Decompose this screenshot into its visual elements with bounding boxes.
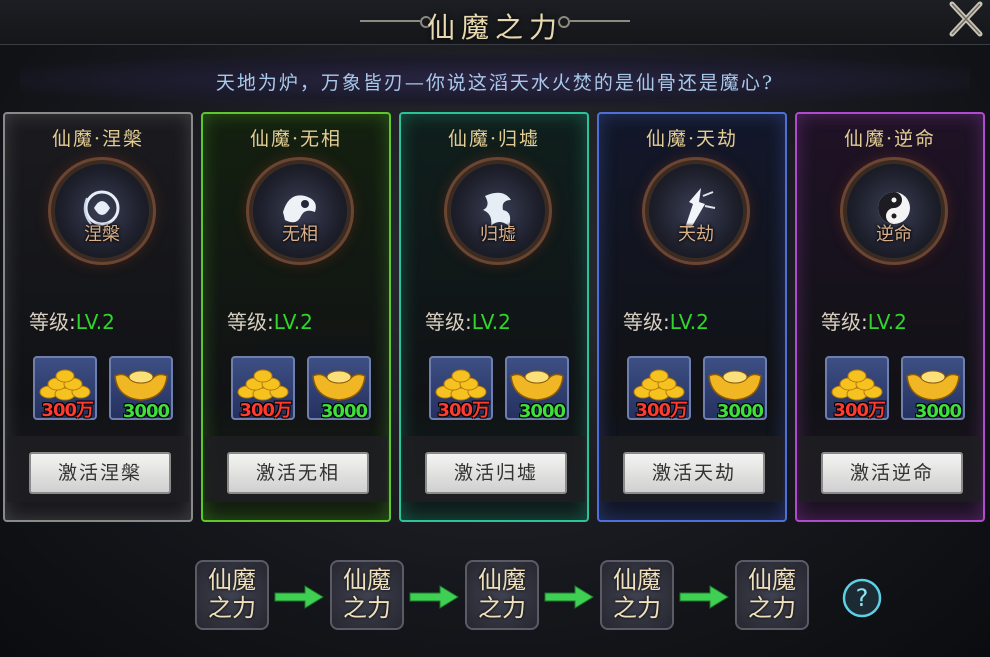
flow-step: 仙魔 之力 — [465, 560, 539, 630]
flow-step-line1: 仙魔 — [613, 566, 661, 594]
level-label: 等级: — [425, 310, 472, 334]
story-banner: 天地为炉，万象皆刃—你说这滔天水火焚的是仙骨还是魔心? — [20, 54, 970, 106]
skill-card: 仙魔·无相无相等级:LV.2 300万 3000 激活无相 — [201, 112, 391, 522]
emblem-label: 天劫 — [678, 224, 714, 245]
skill-card: 仙魔·涅槃涅槃等级:LV.2 300万 3000 激活涅槃 — [3, 112, 193, 522]
question-icon: ? — [842, 578, 882, 618]
skill-emblem[interactable]: 天劫 — [649, 164, 743, 258]
gold-cost-item[interactable]: 300万 — [33, 356, 97, 421]
flow-step-label: 仙魔 之力 — [737, 566, 807, 622]
banner-text: 天地为炉，万象皆刃—你说这滔天水火焚的是仙骨还是魔心? — [215, 72, 775, 94]
card-title: 仙魔·无相 — [249, 128, 343, 150]
flow-step-line1: 仙魔 — [343, 566, 391, 594]
ingot-cost-item[interactable]: 3000 — [703, 356, 767, 422]
level-row: 等级:LV.2 — [425, 306, 511, 335]
arrow-right-icon — [408, 583, 460, 611]
flow-step: 仙魔 之力 — [195, 560, 269, 630]
ingot-cost-value: 3000 — [320, 401, 368, 422]
level-label: 等级: — [623, 310, 670, 334]
card-title: 仙魔·涅槃 — [51, 128, 145, 150]
arrow-right-icon — [678, 583, 730, 611]
level-label: 等级: — [821, 310, 868, 334]
help-button[interactable]: ? — [842, 578, 882, 618]
emblem-label: 无相 — [282, 224, 318, 245]
ingot-cost-item[interactable]: 3000 — [901, 356, 965, 422]
arrow-right-icon — [273, 583, 325, 611]
flow-step: 仙魔 之力 — [735, 560, 809, 630]
ingot-cost-item[interactable]: 3000 — [307, 356, 371, 422]
ingot-cost-value: 3000 — [518, 401, 566, 422]
gold-cost-value: 300万 — [437, 400, 490, 421]
skill-card: 仙魔·归墟归墟等级:LV.2 300万 3000 激活归墟 — [399, 112, 589, 522]
flow-step-line2: 之力 — [748, 594, 796, 622]
card-title: 仙魔·天劫 — [645, 128, 739, 150]
activate-button[interactable]: 激活归墟 — [425, 452, 567, 494]
arrow-right-icon — [543, 583, 595, 611]
page-title: 仙魔之力 — [426, 11, 563, 44]
gold-cost-value: 300万 — [833, 400, 886, 421]
level-value: LV.2 — [669, 310, 709, 334]
activate-button[interactable]: 激活涅槃 — [29, 452, 171, 494]
level-label: 等级: — [227, 310, 274, 334]
flow-step-line2: 之力 — [478, 594, 526, 622]
title-ornament-right — [558, 16, 630, 28]
activate-button[interactable]: 激活逆命 — [821, 452, 963, 494]
level-row: 等级:LV.2 — [821, 306, 907, 335]
skill-emblem[interactable]: 归墟 — [451, 164, 545, 258]
gold-cost-item[interactable]: 300万 — [231, 356, 295, 421]
flow-step-line2: 之力 — [343, 594, 391, 622]
emblem-label: 归墟 — [480, 224, 516, 245]
svg-text:?: ? — [856, 584, 869, 612]
game-panel: 仙魔之力 天地为炉，万象皆刃—你说这滔天水火焚的是仙骨还是魔心? 仙魔·涅槃 涅槃… — [0, 0, 990, 657]
level-value: LV.2 — [867, 310, 907, 334]
gold-cost-item[interactable]: 300万 — [429, 356, 493, 421]
level-row: 等级:LV.2 — [227, 306, 313, 335]
flow-step-line2: 之力 — [613, 594, 661, 622]
ingot-cost-item[interactable]: 3000 — [505, 356, 569, 422]
flow-step-line1: 仙魔 — [208, 566, 256, 594]
ingot-cost-value: 3000 — [914, 401, 962, 422]
flow-step-line2: 之力 — [208, 594, 256, 622]
level-value: LV.2 — [75, 310, 115, 334]
ingot-cost-value: 3000 — [716, 401, 764, 422]
level-row: 等级:LV.2 — [29, 306, 115, 335]
skill-emblem[interactable]: 涅槃 — [55, 164, 149, 258]
flow-step-line1: 仙魔 — [478, 566, 526, 594]
close-button[interactable] — [946, 0, 986, 40]
flow-step-label: 仙魔 之力 — [197, 566, 267, 622]
skill-emblem[interactable]: 无相 — [253, 164, 347, 258]
level-row: 等级:LV.2 — [623, 306, 709, 335]
level-value: LV.2 — [471, 310, 511, 334]
flow-step-label: 仙魔 之力 — [332, 566, 402, 622]
gold-cost-value: 300万 — [239, 400, 292, 421]
flow-step: 仙魔 之力 — [330, 560, 404, 630]
emblem-label: 逆命 — [876, 224, 912, 245]
activate-button[interactable]: 激活天劫 — [623, 452, 765, 494]
skill-emblem[interactable]: 逆命 — [847, 164, 941, 258]
emblem-label: 涅槃 — [84, 224, 120, 245]
gold-cost-value: 300万 — [635, 400, 688, 421]
close-icon — [949, 1, 983, 37]
skill-card: 仙魔·天劫天劫等级:LV.2 300万 3000 激活天劫 — [597, 112, 787, 522]
ingot-cost-value: 3000 — [122, 401, 170, 422]
card-title: 仙魔·归墟 — [447, 128, 541, 150]
flow-step-line1: 仙魔 — [748, 566, 796, 594]
level-value: LV.2 — [273, 310, 313, 334]
gold-cost-item[interactable]: 300万 — [627, 356, 691, 421]
flow-step-label: 仙魔 之力 — [602, 566, 672, 622]
gold-cost-value: 300万 — [41, 400, 94, 421]
flow-step: 仙魔 之力 — [600, 560, 674, 630]
card-title: 仙魔·逆命 — [843, 128, 937, 150]
ingot-cost-item[interactable]: 3000 — [109, 356, 173, 422]
gold-cost-item[interactable]: 300万 — [825, 356, 889, 421]
activate-button[interactable]: 激活无相 — [227, 452, 369, 494]
title-bar: 仙魔之力 — [0, 0, 990, 45]
skill-card: 仙魔·逆命逆命等级:LV.2 300万 3000 激活逆命 — [795, 112, 985, 522]
level-label: 等级: — [29, 310, 76, 334]
flow-step-label: 仙魔 之力 — [467, 566, 537, 622]
